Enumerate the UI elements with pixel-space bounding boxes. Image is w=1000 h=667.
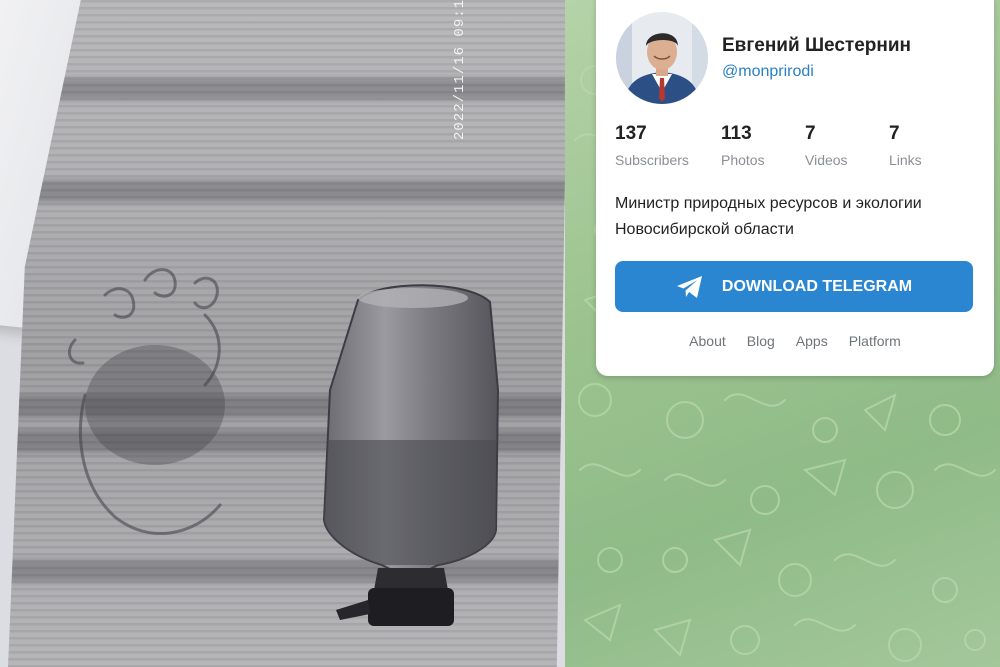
- stat-subscribers: 137 Subscribers: [615, 123, 689, 168]
- telegram-plane-icon: [676, 275, 702, 298]
- stat-label: Photos: [721, 152, 765, 168]
- avatar-portrait: [616, 12, 708, 104]
- avatar[interactable]: [616, 12, 708, 104]
- stat-label: Links: [889, 152, 922, 168]
- footer-links: About Blog Apps Platform: [596, 333, 994, 349]
- channel-username[interactable]: @monprirodi: [722, 63, 814, 81]
- channel-name: Евгений Шестернин: [722, 35, 912, 56]
- stat-value: 7: [805, 123, 816, 144]
- stat-videos[interactable]: 7 Videos: [805, 123, 848, 168]
- footer-link-apps[interactable]: Apps: [796, 333, 828, 349]
- download-telegram-button[interactable]: DOWNLOAD TELEGRAM: [615, 261, 973, 312]
- footer-link-blog[interactable]: Blog: [747, 333, 775, 349]
- channel-stats: 137 Subscribers 113 Photos 7 Videos 7 Li…: [615, 123, 975, 173]
- channel-profile-card: Евгений Шестернин @monprirodi 137 Subscr…: [596, 0, 994, 376]
- scan-band: [8, 78, 565, 100]
- plastic-bottle: [322, 284, 500, 626]
- stat-value: 7: [889, 123, 900, 144]
- stat-label: Videos: [805, 152, 848, 168]
- stat-value: 113: [721, 123, 752, 144]
- stat-label: Subscribers: [615, 152, 689, 168]
- stat-value: 137: [615, 123, 647, 144]
- footer-link-about[interactable]: About: [689, 333, 726, 349]
- handprint-shadow: [67, 268, 225, 536]
- post-photo[interactable]: 2022/11/16 09:16: [0, 0, 565, 667]
- channel-description: Министр природных ресурсов и экологии Но…: [615, 195, 922, 238]
- footer-link-platform[interactable]: Platform: [849, 333, 901, 349]
- stat-links[interactable]: 7 Links: [889, 123, 922, 168]
- stat-photos[interactable]: 113 Photos: [721, 123, 765, 168]
- download-button-label: DOWNLOAD TELEGRAM: [721, 277, 913, 295]
- photo-timestamp: 2022/11/16 09:16: [452, 0, 468, 140]
- scan-band: [8, 180, 565, 202]
